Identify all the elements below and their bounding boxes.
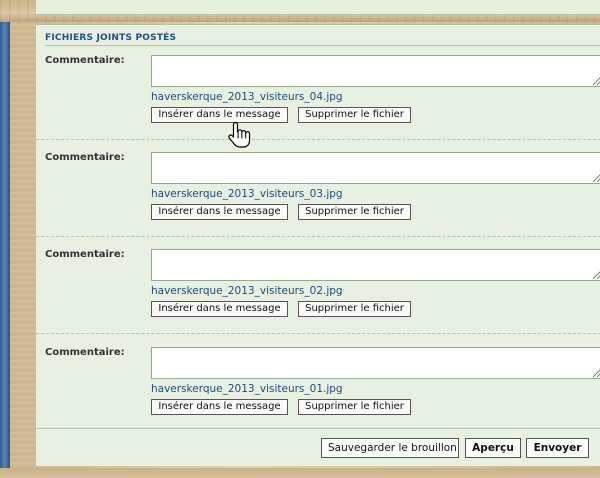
attachment-item: Commentaire: haverskerque_2013_visiteurs… xyxy=(36,47,600,143)
comment-textarea[interactable] xyxy=(151,249,600,281)
title-divider xyxy=(45,45,600,46)
panel-top-strip xyxy=(35,0,600,15)
insert-in-message-button[interactable]: Insérer dans le message xyxy=(151,204,288,220)
wood-background-bottom xyxy=(0,468,600,478)
comment-textarea[interactable] xyxy=(151,347,600,379)
insert-in-message-button[interactable]: Insérer dans le message xyxy=(151,399,288,415)
hand-pointer-icon xyxy=(228,121,251,148)
comment-label: Commentaire: xyxy=(45,347,125,358)
delete-file-button[interactable]: Supprimer le fichier xyxy=(298,204,411,220)
comment-textarea[interactable] xyxy=(151,152,600,184)
attachment-item: Commentaire: haverskerque_2013_visiteurs… xyxy=(36,144,600,240)
attachment-divider xyxy=(36,139,600,140)
comment-label: Commentaire: xyxy=(45,55,125,66)
save-draft-button[interactable]: Sauvegarder le brouillon xyxy=(321,438,459,458)
preview-button[interactable]: Aperçu xyxy=(465,438,521,458)
attachment-filename-link[interactable]: haverskerque_2013_visiteurs_03.jpg xyxy=(151,188,343,200)
attachment-item: Commentaire: haverskerque_2013_visiteurs… xyxy=(36,339,600,435)
submit-button[interactable]: Envoyer xyxy=(526,438,589,458)
insert-in-message-button[interactable]: Insérer dans le message xyxy=(151,107,288,123)
attachments-panel: FICHIERS JOINTS POSTÉS Commentaire: have… xyxy=(35,24,600,466)
left-border-stripe xyxy=(0,0,10,478)
delete-file-button[interactable]: Supprimer le fichier xyxy=(298,107,411,123)
attachment-filename-link[interactable]: haverskerque_2013_visiteurs_04.jpg xyxy=(151,91,343,103)
comment-label: Commentaire: xyxy=(45,152,125,163)
attachment-filename-link[interactable]: haverskerque_2013_visiteurs_02.jpg xyxy=(151,285,343,297)
comment-label: Commentaire: xyxy=(45,249,125,260)
insert-in-message-button[interactable]: Insérer dans le message xyxy=(151,301,288,317)
delete-file-button[interactable]: Supprimer le fichier xyxy=(298,301,411,317)
attachment-divider xyxy=(36,333,600,334)
attachment-divider xyxy=(36,236,600,237)
footer-divider xyxy=(36,428,600,429)
comment-textarea[interactable] xyxy=(151,55,600,87)
attachment-item: Commentaire: haverskerque_2013_visiteurs… xyxy=(36,241,600,337)
attachment-filename-link[interactable]: haverskerque_2013_visiteurs_01.jpg xyxy=(151,383,343,395)
delete-file-button[interactable]: Supprimer le fichier xyxy=(298,399,411,415)
section-title: FICHIERS JOINTS POSTÉS xyxy=(45,33,177,43)
